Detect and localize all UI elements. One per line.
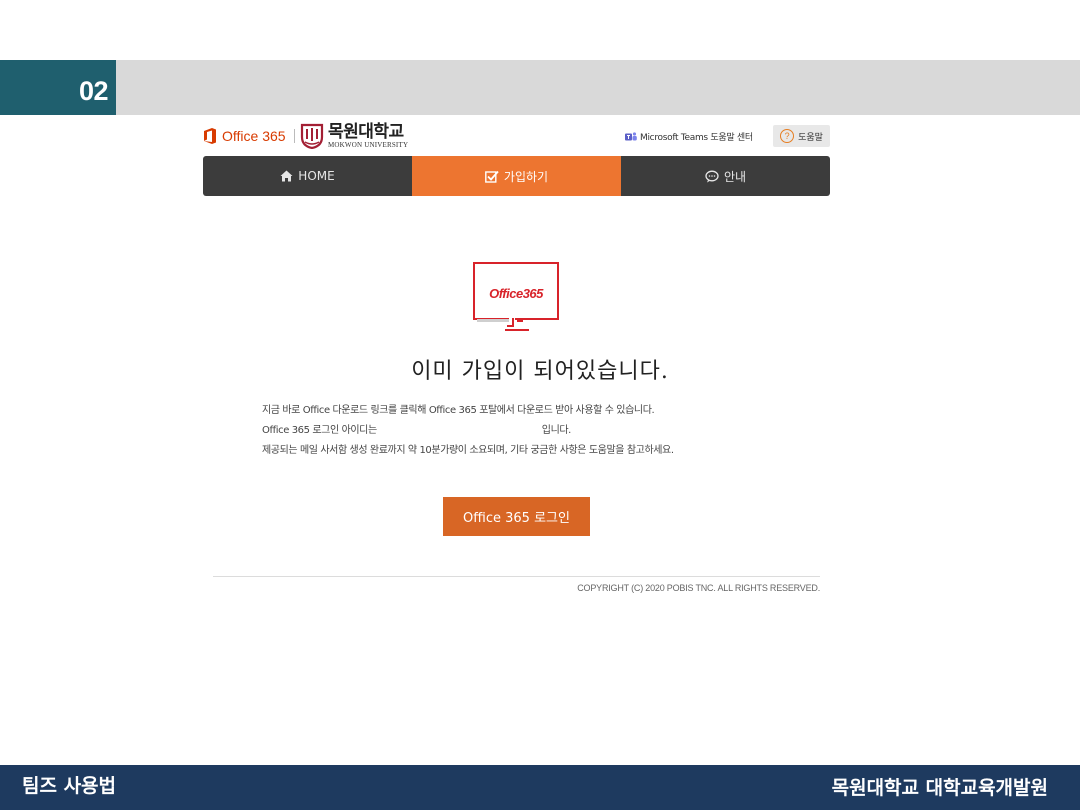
- teams-help-center-link[interactable]: Microsoft Teams 도움말 센터: [625, 130, 753, 143]
- slide-title-band: [0, 60, 1080, 115]
- office365-logo-text: Office 365: [222, 128, 286, 144]
- tab-home-label: HOME: [298, 169, 335, 183]
- question-icon: ?: [780, 129, 795, 143]
- logo-divider: [293, 129, 295, 143]
- description-line-mailbox: 제공되는 메일 사서함 생성 완료까지 약 10분가량이 소요되며, 기타 궁금…: [262, 445, 674, 456]
- tab-signup[interactable]: 가입하기: [412, 156, 621, 196]
- tab-guide[interactable]: 안내: [621, 156, 830, 196]
- description-line-login-id: Office 365 로그인 아이디는 입니다.: [262, 421, 782, 441]
- site-header: Office 365 목원대학교 MOKWON UNIVERSITY Micro…: [203, 122, 830, 152]
- university-name-en: MOKWON UNIVERSITY: [328, 140, 409, 149]
- checkbox-icon: [485, 170, 499, 183]
- help-button[interactable]: ? 도움말: [773, 125, 830, 147]
- signup-description: 지금 바로 Office 다운로드 링크를 클릭해 Office 365 포탈에…: [262, 401, 782, 461]
- teams-help-center-label: Microsoft Teams 도움말 센터: [640, 133, 753, 143]
- login-id-suffix: 입니다.: [541, 425, 572, 436]
- university-name: 목원대학교: [328, 121, 404, 142]
- teams-icon: [625, 131, 637, 140]
- page-heading: 이미 가입이 되어있습니다.: [411, 359, 669, 384]
- home-icon: [280, 170, 293, 182]
- office365-login-button[interactable]: Office 365 로그인: [443, 497, 590, 536]
- tab-signup-label: 가입하기: [503, 169, 549, 184]
- footer-title: 팀즈 사용법: [22, 775, 117, 797]
- description-line-download: 지금 바로 Office 다운로드 링크를 클릭해 Office 365 포탈에…: [262, 405, 655, 416]
- university-emblem-icon: [300, 123, 324, 149]
- office-icon: [204, 128, 216, 144]
- university-logo[interactable]: 목원대학교 MOKWON UNIVERSITY: [300, 123, 408, 149]
- office365-signup-logo-text: Office365: [489, 286, 543, 301]
- login-id-prefix: Office 365 로그인 아이디는: [262, 425, 377, 436]
- footer-organization: 목원대학교 대학교육개발원: [831, 777, 1048, 799]
- tab-home[interactable]: HOME: [203, 156, 412, 196]
- logo-stand-graphic: [477, 318, 529, 331]
- help-button-label: 도움말: [798, 132, 823, 143]
- office365-signup-logo: Office365: [473, 262, 559, 320]
- main-nav: HOME 가입하기 안내: [203, 156, 830, 196]
- footer-divider: [213, 576, 820, 577]
- slide-number: 02: [0, 60, 116, 115]
- tab-guide-label: 안내: [723, 169, 747, 184]
- chat-icon: [705, 170, 719, 182]
- slide-footer: 팀즈 사용법 목원대학교 대학교육개발원: [0, 765, 1080, 810]
- copyright-text: COPYRIGHT (C) 2020 POBIS TNC. ALL RIGHTS…: [577, 583, 820, 593]
- office365-logo[interactable]: Office 365: [203, 128, 300, 144]
